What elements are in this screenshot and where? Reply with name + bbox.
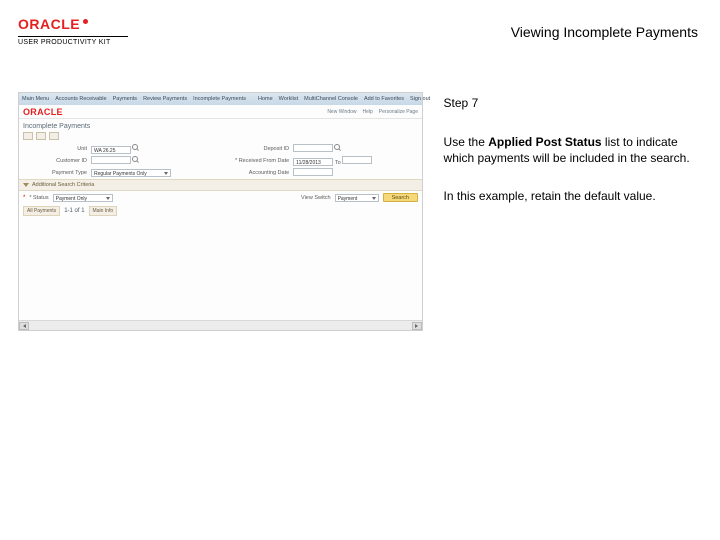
app-page-heading: Incomplete Payments	[19, 119, 422, 132]
payment-type-label: Payment Type	[19, 167, 89, 179]
topnav-multichannel[interactable]: MultiChannel Console	[304, 96, 358, 102]
received-from-label: * Received From Date	[221, 155, 291, 167]
deposit-label: Deposit ID	[221, 143, 291, 155]
topnav-worklist[interactable]: Worklist	[279, 96, 298, 102]
oracle-wordmark: ORACLE	[18, 16, 80, 32]
applied-post-status-select[interactable]: Payment Only	[53, 194, 113, 202]
logo-separator	[18, 36, 128, 37]
instruction-text: Use the Applied Post Status list to indi…	[444, 134, 702, 166]
lookup-icon[interactable]	[132, 144, 140, 152]
deposit-input[interactable]	[293, 144, 333, 152]
instruction-bold: Applied Post Status	[488, 135, 601, 149]
link-help[interactable]: Help	[363, 109, 373, 115]
topnav-signout[interactable]: Sign out	[410, 96, 430, 102]
lookup-icon[interactable]	[132, 156, 140, 164]
results-title: All Payments	[23, 206, 60, 216]
step-number: Step 7	[444, 96, 702, 110]
search-button[interactable]: Search	[383, 193, 418, 202]
breadcrumb-item[interactable]: Review Payments	[143, 96, 187, 102]
breadcrumb-item[interactable]: Payments	[113, 96, 137, 102]
results-count: 1-1 of 1	[64, 208, 84, 214]
view-switch-select[interactable]: Payment	[335, 194, 379, 202]
lookup-icon[interactable]	[334, 144, 342, 152]
status-label: * Status	[29, 195, 48, 201]
status-row: * * Status Payment Only View Switch Paym…	[19, 191, 422, 204]
received-from-input[interactable]: 11/28/2013	[293, 158, 333, 166]
instruction-panel: Step 7 Use the Applied Post Status list …	[444, 92, 702, 331]
instruction-text-before: Use the	[444, 135, 489, 149]
topnav-addfav[interactable]: Add to Favorites	[364, 96, 404, 102]
link-personalize[interactable]: Personalize Page	[379, 109, 418, 115]
customer-input[interactable]	[91, 156, 131, 164]
unit-label: Unit	[19, 143, 89, 155]
unit-input[interactable]: WA 26.25	[91, 146, 131, 154]
oracle-logo: ORACLE	[18, 16, 128, 32]
search-toolbar	[19, 132, 422, 143]
link-new-window[interactable]: New Window	[327, 109, 356, 115]
scroll-right-icon[interactable]	[412, 322, 422, 330]
oracle-dot-icon	[83, 19, 88, 24]
search-form: Unit WA 26.25 Deposit ID Customer ID * R…	[19, 143, 422, 179]
breadcrumb-item[interactable]: Accounts Receivable	[55, 96, 106, 102]
received-to-input[interactable]	[342, 156, 372, 164]
embedded-screenshot: Main Menu Accounts Receivable Payments R…	[18, 92, 426, 331]
breadcrumb-item[interactable]: Main Menu	[22, 96, 49, 102]
app-breadcrumb-bar: Main Menu Accounts Receivable Payments R…	[19, 93, 422, 105]
toolbar-icon[interactable]	[49, 132, 59, 140]
to-label: To	[335, 160, 341, 166]
topnav-home[interactable]: Home	[258, 96, 273, 102]
accounting-date-input[interactable]	[293, 168, 333, 176]
view-switch-label: View Switch	[301, 195, 331, 201]
breadcrumb-item[interactable]: Incomplete Payments	[193, 96, 246, 102]
additional-criteria-band[interactable]: Additional Search Criteria	[19, 179, 422, 191]
accounting-date-label: Accounting Date	[221, 167, 291, 179]
app-oracle-logo: ORACLE	[23, 107, 63, 117]
horizontal-scrollbar[interactable]	[19, 320, 422, 330]
required-asterisk-icon: *	[23, 195, 25, 201]
instruction-example: In this example, retain the default valu…	[444, 188, 702, 204]
toolbar-icon[interactable]	[23, 132, 33, 140]
app-window: Main Menu Accounts Receivable Payments R…	[18, 92, 423, 331]
app-right-links: New Window Help Personalize Page	[327, 109, 418, 115]
results-bar: All Payments 1-1 of 1 Main Info	[19, 204, 422, 220]
payment-type-select[interactable]: Regular Payments Only	[91, 169, 171, 177]
app-logo-bar: ORACLE New Window Help Personalize Page	[19, 105, 422, 119]
toolbar-icon[interactable]	[36, 132, 46, 140]
oracle-logo-block: ORACLE USER PRODUCTIVITY KIT	[18, 16, 128, 46]
additional-criteria-label: Additional Search Criteria	[32, 182, 94, 188]
customer-label: Customer ID	[19, 155, 89, 167]
upk-subtitle: USER PRODUCTIVITY KIT	[18, 39, 128, 46]
page-title: Viewing Incomplete Payments	[511, 24, 698, 40]
results-tab-main[interactable]: Main Info	[89, 206, 118, 216]
expand-icon	[23, 183, 29, 187]
scroll-left-icon[interactable]	[19, 322, 29, 330]
